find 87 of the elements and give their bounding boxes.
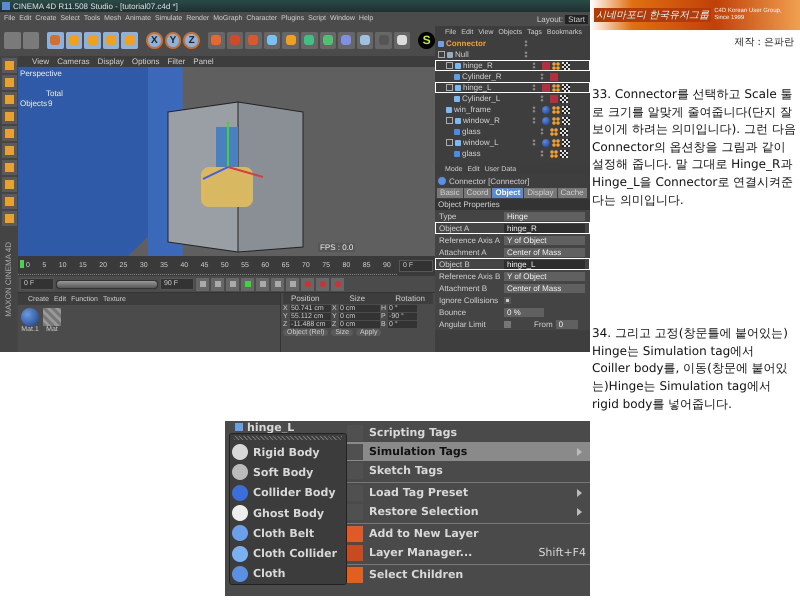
section-header: Object Properties <box>435 199 590 210</box>
attribute-tab[interactable]: Object <box>492 188 524 198</box>
context-menu-item[interactable]: Select Children <box>347 564 590 584</box>
submenu-item[interactable]: Cloth <box>230 564 346 584</box>
credit-text: 제작 : 은파란 <box>733 36 795 49</box>
submenu-item[interactable]: Ghost Body <box>230 502 346 524</box>
object-row[interactable]: Cylinder_R <box>435 71 590 82</box>
logo-text: MAXON CINEMA 4D <box>4 242 14 317</box>
dropdown-field[interactable]: Y of Object <box>504 236 585 244</box>
submenu-item[interactable]: Cloth Belt <box>230 523 346 544</box>
number-field[interactable]: 0 % <box>504 308 544 316</box>
object-name: window_R <box>463 116 500 125</box>
context-menu-item[interactable]: Simulation Tags <box>347 442 590 462</box>
field-label: Attachment B <box>439 284 488 292</box>
viewport-menu-item[interactable]: Display <box>98 57 124 66</box>
number-field[interactable]: 0 <box>556 320 578 328</box>
viewport-menu-item[interactable]: Cameras <box>57 57 90 66</box>
context-menu-item[interactable]: Scripting Tags <box>347 423 590 442</box>
field-label: Attachment A <box>439 248 488 256</box>
viewport-menu-item[interactable]: Panel <box>193 57 214 66</box>
object-row[interactable]: win_frame <box>435 104 590 115</box>
viewport-menu-item[interactable]: Options <box>132 57 160 66</box>
stats-header: Total <box>46 89 63 98</box>
object-name: Null <box>455 50 469 59</box>
axis-toggle-button[interactable]: X <box>146 32 163 48</box>
link-field[interactable]: hinge_R <box>504 224 585 232</box>
object-row[interactable]: Null <box>435 49 590 60</box>
object-name: window_L <box>463 138 499 147</box>
viewport-menu-item[interactable]: View <box>32 57 50 66</box>
axis-toggle-button[interactable]: Z <box>183 32 200 48</box>
submenu-item[interactable]: Rigid Body <box>230 442 346 462</box>
script-button[interactable]: S <box>418 32 435 48</box>
field-label: Type <box>439 212 458 220</box>
object-row[interactable]: glass <box>435 126 590 137</box>
submenu-item[interactable]: Collider Body <box>230 482 346 503</box>
object-name: hinge_L <box>247 420 294 434</box>
object-row[interactable]: window_R <box>435 115 590 126</box>
object-name: glass <box>462 127 481 136</box>
coordinate-header: Position <box>291 294 320 303</box>
context-menu-item[interactable]: Sketch Tags <box>347 461 590 480</box>
dropdown-field[interactable]: Hinge <box>504 212 585 220</box>
object-row[interactable]: Connector <box>435 38 590 49</box>
field-label: Angular Limit <box>439 320 487 328</box>
submenu-item[interactable]: Cloth Collider <box>230 543 346 564</box>
dropdown-field[interactable]: Y of Object <box>504 272 585 280</box>
context-menu-item[interactable]: Layer Manager... Shift+F4 <box>347 543 590 562</box>
object-row[interactable]: window_L <box>435 137 590 148</box>
field-label: Object B <box>439 260 471 268</box>
viewport-camera-label: Perspective <box>20 69 62 78</box>
object-row[interactable]: hinge_L <box>435 82 590 93</box>
object-name: Cylinder_R <box>462 72 502 81</box>
window-title: CINEMA 4D R11.508 Studio - [tutorial07.c4d *] <box>13 2 178 10</box>
fps-readout: FPS : 0.0 <box>318 243 356 252</box>
object-row[interactable]: glass <box>435 148 590 159</box>
stats-value: 9 <box>48 99 52 108</box>
field-label: Object A <box>439 224 470 232</box>
dropdown-field[interactable]: Center of Mass <box>504 284 585 292</box>
object-name: Cylinder_L <box>462 94 500 103</box>
field-label: Ignore Collisions <box>439 296 500 304</box>
object-row[interactable]: Cylinder_L <box>435 93 590 104</box>
link-field[interactable]: hinge_L <box>504 260 585 268</box>
stats-label: Objects <box>20 99 48 108</box>
attribute-title: Connector [Connector] <box>449 176 530 186</box>
object-name: glass <box>462 149 481 158</box>
context-menu-item[interactable]: Add to New Layer <box>347 523 590 544</box>
viewport-menu-item[interactable]: Filter <box>167 57 186 66</box>
logo-text: 시네마포디 한국유저그룹 <box>594 8 712 22</box>
context-menu-item[interactable]: Load Tag Preset <box>347 482 590 502</box>
field-label: Bounce <box>439 308 468 316</box>
object-name: win_frame <box>454 105 491 114</box>
layout-dropdown[interactable]: Start <box>565 14 588 24</box>
object-name: Connector <box>446 39 486 48</box>
context-menu-item[interactable]: Restore Selection <box>347 502 590 522</box>
axis-toggle-button[interactable]: Y <box>164 32 182 48</box>
dropdown-field[interactable]: Center of Mass <box>504 248 585 256</box>
field-label: Reference Axis A <box>439 236 501 244</box>
step-paragraph: 34. 그리고 고정(창문틀에 붙어있는) Hinge는 Simulation tag에서 Coiller body를, 이동(창문에 붙어있는)Hinge는 Simulation tag에서 rigid body를 넣어줍니다. <box>591 325 789 413</box>
step-paragraph: 33. Connector를 선택하고 Scale 툴로 크기를 알맞게 줄여줍니다(단지 잘 보이게 하려는 의미입니다). 그런 다음 Connector의 옵션창을 그림과 같이 설정해 줍니다. 말 그대로 Hinge_R과 Hinge_L을 Connector로 연결시켜준다는 의미입니다. <box>591 86 797 209</box>
field-label: From <box>534 320 553 328</box>
object-name: hinge_R <box>463 61 493 70</box>
object-row[interactable]: hinge_R <box>435 60 590 71</box>
layout-label: Layout: <box>536 14 564 24</box>
field-label: Reference Axis B <box>439 272 501 280</box>
object-name: hinge_L <box>463 83 492 92</box>
submenu-item[interactable]: Soft Body <box>230 462 346 483</box>
coordinate-header: Rotation <box>395 294 425 303</box>
coordinate-header: Size <box>350 294 366 303</box>
